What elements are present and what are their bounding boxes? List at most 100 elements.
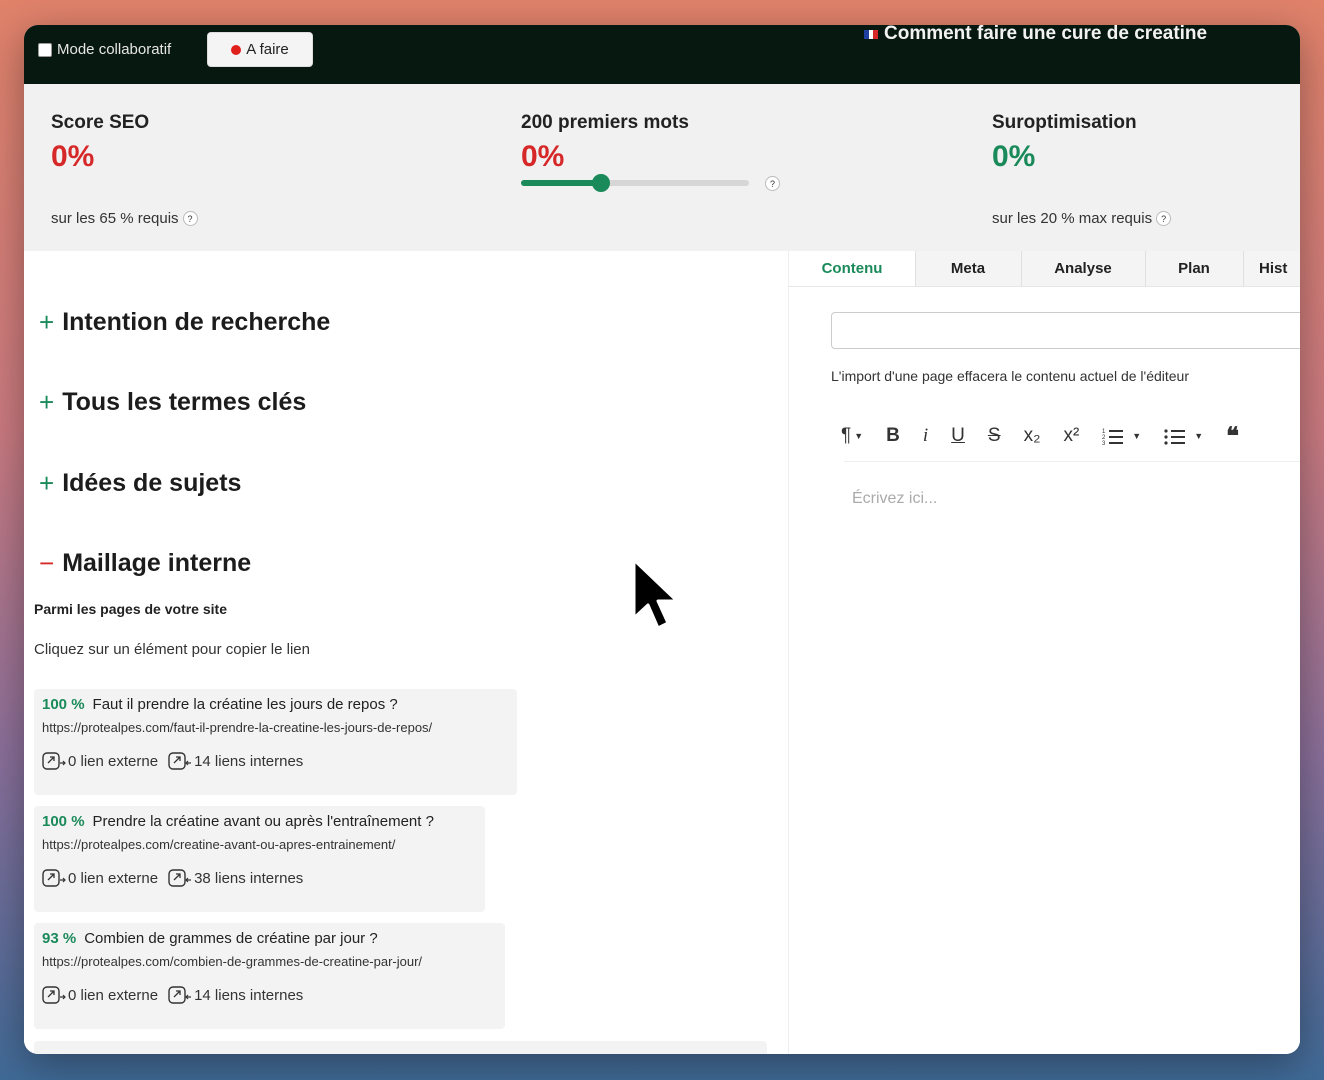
expand-plus-icon: + — [39, 387, 55, 417]
external-count: 0 lien externe — [68, 869, 159, 887]
chevron-down-icon: ▼ — [1132, 431, 1142, 441]
tab-plan[interactable]: Plan — [1145, 251, 1243, 286]
overopt-value: 0% — [992, 140, 1036, 173]
section-terms[interactable]: + Tous les termes clés — [39, 387, 306, 418]
link-url: https://protealpes.com/faut-il-prendre-l… — [42, 720, 433, 735]
italic-button[interactable]: i — [923, 425, 928, 447]
link-title: Prendre la créatine avant ou après l'ent… — [92, 813, 434, 830]
external-link-icon — [42, 752, 66, 770]
link-card-partial[interactable] — [34, 1041, 767, 1054]
internal-link-icon — [168, 752, 192, 770]
section-intention[interactable]: + Intention de recherche — [39, 307, 330, 338]
first-words-label: 200 premiers mots — [521, 112, 689, 133]
seo-score-requirement: sur les 65 % requis — [51, 210, 179, 227]
tab-bar: Contenu Meta Analyse Plan Hist — [789, 251, 1300, 287]
help-icon[interactable]: ? — [765, 176, 780, 191]
score-panel: Score SEO 0% sur les 65 % requis ? 200 p… — [24, 84, 1300, 251]
chevron-down-icon: ▼ — [854, 431, 864, 441]
link-url: https://protealpes.com/creatine-avant-ou… — [42, 837, 396, 852]
underline-button[interactable]: U — [951, 425, 965, 447]
help-icon[interactable]: ? — [182, 211, 198, 226]
chevron-down-icon: ▼ — [1194, 431, 1204, 441]
ordered-list-button[interactable]: 123 ▼ — [1102, 427, 1141, 445]
link-card[interactable]: 93 % Combien de grammes de créatine par j… — [34, 923, 505, 1029]
quote-icon: ❝ — [1226, 422, 1240, 450]
linking-subhead: Parmi les pages de votre site — [34, 601, 227, 617]
match-percent: 100 % — [42, 813, 85, 830]
link-title: Combien de grammes de créatine par jour … — [84, 930, 378, 947]
section-title: Tous les termes clés — [62, 388, 307, 416]
slider-fill — [521, 180, 601, 186]
quote-button[interactable]: ❝ — [1226, 422, 1239, 451]
bullet-list-icon — [1164, 429, 1186, 445]
link-card[interactable]: 100 % Prendre la créatine avant ou après … — [34, 806, 485, 912]
status-dot-icon — [231, 44, 242, 55]
right-panel: Contenu Meta Analyse Plan Hist L'import … — [788, 251, 1300, 1054]
import-note: L'import d'une page effacera le contenu … — [831, 368, 1190, 384]
seo-score-sub: sur les 65 % requis ? — [51, 210, 198, 227]
flag-fr-icon — [864, 29, 879, 39]
section-title: Maillage interne — [62, 549, 252, 577]
editor-toolbar: ¶ ▼ B i U S x₂ x² 123 ▼ ▼ ❝ — [841, 421, 1262, 451]
editor-placeholder[interactable]: Écrivez ici... — [852, 490, 937, 508]
link-counts: 0 lien externe 38 liens internes — [42, 868, 477, 888]
external-count: 0 lien externe — [68, 752, 159, 770]
collab-mode-toggle[interactable]: Mode collaboratif — [38, 41, 171, 58]
overopt-requirement: sur les 20 % max requis — [992, 210, 1153, 227]
tab-meta[interactable]: Meta — [915, 251, 1021, 286]
expand-plus-icon: + — [39, 468, 55, 498]
app-window: Mode collaboratif A faire Comment faire … — [24, 25, 1300, 1054]
overopt-sub: sur les 20 % max requis ? — [992, 210, 1172, 227]
section-linking[interactable]: − Maillage interne — [39, 548, 251, 579]
first-words-value: 0% — [521, 140, 565, 173]
section-title: Idées de sujets — [62, 469, 242, 497]
slider-handle[interactable] — [591, 174, 610, 192]
bullet-list-button[interactable]: ▼ — [1164, 427, 1203, 445]
seo-score-value: 0% — [51, 140, 95, 173]
external-link-icon — [42, 986, 66, 1004]
document-title-text: Comment faire une cure de creatine — [884, 25, 1208, 44]
superscript-button[interactable]: x² — [1063, 425, 1079, 447]
first-words-slider[interactable] — [521, 174, 749, 192]
collapse-minus-icon: − — [39, 548, 55, 578]
match-percent: 93 % — [42, 930, 77, 947]
overoptimization-score: Suroptimisation 0% sur les 20 % max requ… — [992, 112, 1172, 227]
external-link-icon — [42, 869, 66, 887]
internal-count: 14 liens internes — [194, 752, 304, 770]
internal-count: 38 liens internes — [194, 869, 304, 887]
left-panel: + Intention de recherche + Tous les term… — [24, 251, 788, 1054]
import-url-input[interactable] — [831, 312, 1300, 349]
overopt-label: Suroptimisation — [992, 112, 1137, 133]
tab-analyse[interactable]: Analyse — [1021, 251, 1145, 286]
section-title: Intention de recherche — [62, 308, 331, 336]
link-card[interactable]: 100 % Faut il prendre la créatine les jou… — [34, 689, 517, 795]
bold-button[interactable]: B — [886, 425, 900, 447]
tab-contenu[interactable]: Contenu — [789, 251, 915, 286]
paragraph-icon: ¶ — [841, 425, 852, 446]
document-title: Comment faire une cure de creatine — [864, 25, 1207, 45]
external-count: 0 lien externe — [68, 986, 159, 1004]
top-bar: Mode collaboratif A faire Comment faire … — [24, 25, 1300, 84]
seo-score: Score SEO 0% sur les 65 % requis ? — [51, 112, 198, 227]
link-counts: 0 lien externe 14 liens internes — [42, 985, 497, 1005]
help-icon[interactable]: ? — [1156, 211, 1172, 226]
status-button[interactable]: A faire — [207, 32, 313, 67]
seo-score-label: Score SEO — [51, 112, 150, 133]
subscript-button[interactable]: x₂ — [1024, 425, 1041, 447]
internal-link-icon — [168, 986, 192, 1004]
checkbox[interactable] — [38, 42, 52, 57]
toolbar-divider — [844, 461, 1300, 462]
paragraph-format-button[interactable]: ¶ ▼ — [841, 425, 863, 447]
first-words-score: 200 premiers mots 0% — [521, 112, 689, 174]
link-url: https://protealpes.com/combien-de-gramme… — [42, 954, 423, 969]
expand-plus-icon: + — [39, 307, 55, 337]
internal-count: 14 liens internes — [194, 986, 304, 1004]
status-label: A faire — [246, 41, 289, 58]
match-percent: 100 % — [42, 696, 85, 713]
section-ideas[interactable]: + Idées de sujets — [39, 468, 241, 499]
tab-history[interactable]: Hist — [1259, 251, 1300, 286]
svg-text:3: 3 — [1102, 441, 1106, 445]
internal-link-icon — [168, 869, 192, 887]
strikethrough-button[interactable]: S — [988, 425, 1001, 447]
mouse-cursor-icon — [632, 558, 679, 630]
